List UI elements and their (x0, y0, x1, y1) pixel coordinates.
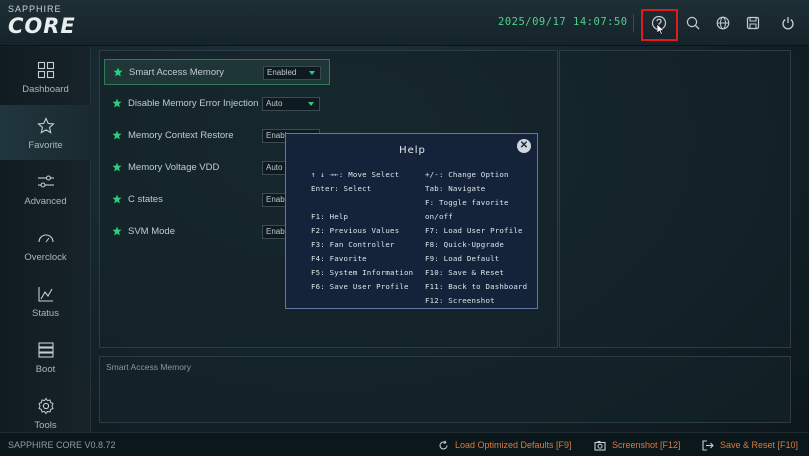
help-shortcut: F5: System Information (311, 268, 414, 277)
boot-icon (34, 339, 58, 361)
chart-icon (34, 283, 58, 305)
help-shortcut: F12: Screenshot (425, 296, 495, 305)
option-value: Enabled (267, 68, 297, 77)
help-dialog: Help ✕ ↑ ↓ →←: Move Select Enter: Select… (285, 133, 538, 309)
help-shortcut: F9: Load Default (425, 254, 500, 263)
screenshot-button[interactable]: Screenshot [F12] (594, 439, 681, 451)
sidebar-item-dashboard[interactable]: Dashboard (0, 49, 91, 104)
help-shortcut: F1: Help (311, 212, 349, 221)
help-shortcut: F11: Back to Dashboard (425, 282, 528, 291)
screenshot-label: Screenshot [F12] (612, 440, 681, 450)
mouse-cursor-icon (657, 24, 665, 35)
sidebar-label-boot: Boot (35, 363, 56, 375)
option-row-smart-access-memory[interactable]: Smart Access Memory Enabled (104, 59, 330, 85)
sidebar-label-dashboard: Dashboard (22, 83, 69, 95)
status-bar: SAPPHIRE CORE V0.8.72 Load Optimized Def… (0, 432, 809, 456)
brand-top-text: SAPPHIRE (8, 4, 62, 14)
help-shortcut: F7: Load User Profile (425, 226, 523, 235)
sidebar-nav: Dashboard Favorite Advanced Overclock St… (0, 47, 91, 432)
option-value: Auto (266, 163, 283, 172)
favorite-star-icon[interactable] (113, 67, 123, 77)
option-label: SVM Mode (128, 226, 175, 237)
power-icon[interactable] (777, 12, 799, 34)
help-shortcut: F: Toggle favorite (425, 198, 509, 207)
globe-icon[interactable] (712, 12, 734, 34)
save-icon[interactable] (742, 12, 764, 34)
reload-icon (439, 440, 448, 449)
info-panel (559, 50, 791, 348)
sidebar-item-favorite[interactable]: Favorite (0, 105, 91, 160)
help-shortcut: F10: Save & Reset (425, 268, 505, 277)
sidebar-item-status[interactable]: Status (0, 273, 91, 328)
option-label: C states (128, 194, 163, 205)
option-row-disable-memory-error-injection[interactable]: Disable Memory Error Injection Auto (104, 91, 330, 117)
favorite-star-icon[interactable] (112, 162, 122, 172)
sidebar-label-overclock: Overclock (24, 251, 67, 263)
sidebar-item-advanced[interactable]: Advanced (0, 161, 91, 216)
help-dialog-title: Help (399, 145, 426, 156)
save-reset-button[interactable]: Save & Reset [F10] (702, 439, 798, 451)
gauge-icon (34, 227, 58, 249)
sidebar-label-favorite: Favorite (28, 139, 63, 151)
dropdown-caret-icon (309, 71, 315, 75)
help-shortcut: F8: Quick-Upgrade (425, 240, 505, 249)
exit-icon (702, 439, 714, 451)
bios-window: SAPPHIRE CORE 2025/09/17 14:07:50 Dashbo… (0, 0, 809, 456)
help-shortcut: Tab: Navigate (425, 184, 486, 193)
favorite-star-icon[interactable] (112, 226, 122, 236)
sidebar-label-tools: Tools (34, 419, 57, 431)
sidebar-label-advanced: Advanced (24, 195, 67, 207)
option-value: Enabl (266, 195, 287, 204)
description-title: Smart Access Memory (106, 362, 192, 372)
option-label: Memory Context Restore (128, 130, 234, 141)
camera-icon (594, 440, 606, 451)
datetime-display: 2025/09/17 14:07:50 (498, 16, 628, 28)
dropdown-caret-icon (308, 102, 314, 106)
help-shortcut: F6: Save User Profile (311, 282, 409, 291)
help-shortcut: F2: Previous Values (311, 226, 400, 235)
brand-logo: SAPPHIRE CORE (8, 4, 108, 44)
load-defaults-button[interactable]: Load Optimized Defaults [F9] (438, 439, 572, 451)
option-label: Disable Memory Error Injection (128, 98, 259, 109)
search-icon[interactable] (682, 12, 704, 34)
option-dropdown[interactable]: Enabled (263, 66, 321, 80)
load-defaults-label: Load Optimized Defaults [F9] (455, 440, 572, 450)
star-icon (34, 115, 58, 137)
help-shortcut: on/off (425, 212, 453, 221)
favorite-star-icon[interactable] (112, 98, 122, 108)
option-value: Enabl (266, 131, 287, 140)
help-shortcut: +/-: Change Option (425, 170, 509, 179)
gear-icon (34, 395, 58, 417)
save-reset-label: Save & Reset [F10] (720, 440, 799, 450)
help-shortcut: F3: Fan Controller (311, 240, 395, 249)
sidebar-item-boot[interactable]: Boot (0, 329, 91, 384)
brand-main-text: CORE (8, 14, 76, 38)
help-shortcut: ↑ ↓ →←: Move Select (311, 170, 400, 179)
sidebar-label-status: Status (32, 307, 59, 319)
help-shortcut: F4: Favorite (311, 254, 367, 263)
option-value: Enabl (266, 227, 287, 236)
favorite-star-icon[interactable] (112, 194, 122, 204)
version-text: SAPPHIRE CORE V0.8.72 (8, 440, 116, 450)
option-value: Auto (266, 99, 283, 108)
close-icon[interactable]: ✕ (517, 139, 531, 153)
favorite-star-icon[interactable] (112, 130, 122, 140)
option-label: Memory Voltage VDD (128, 162, 220, 173)
sidebar-item-overclock[interactable]: Overclock (0, 217, 91, 272)
dashboard-icon (34, 59, 58, 81)
option-label: Smart Access Memory (129, 67, 225, 78)
option-dropdown[interactable]: Auto (262, 97, 320, 111)
sliders-icon (34, 171, 58, 193)
help-shortcut: Enter: Select (311, 184, 372, 193)
top-bar: SAPPHIRE CORE 2025/09/17 14:07:50 (0, 0, 809, 46)
description-panel: Smart Access Memory (99, 356, 791, 423)
toolbar-divider (633, 14, 634, 32)
